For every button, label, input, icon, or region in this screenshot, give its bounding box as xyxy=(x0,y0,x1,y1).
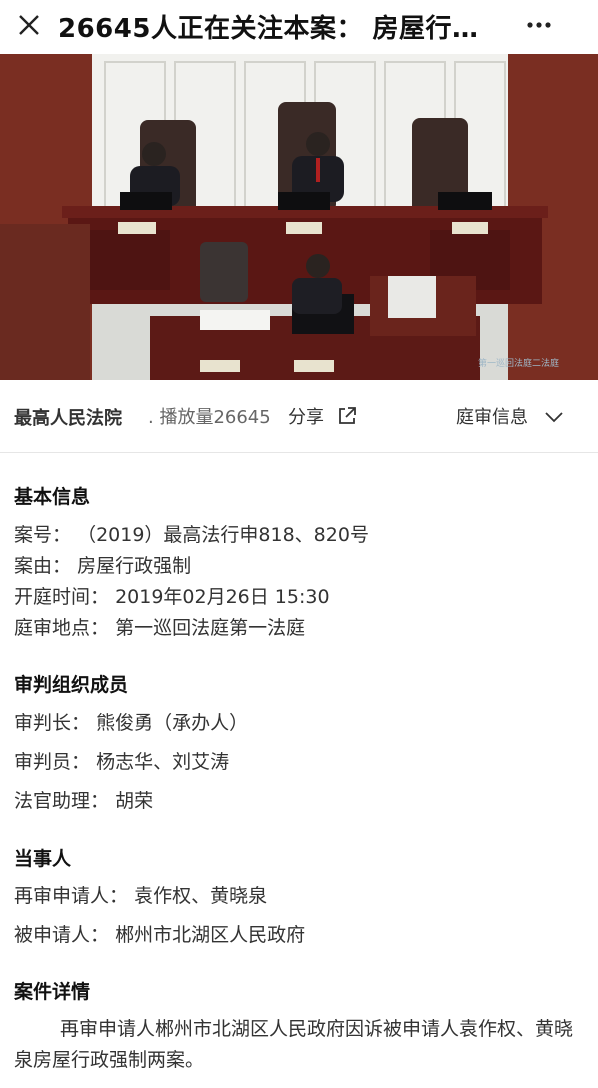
applicant-value: 袁作权、黄晓泉 xyxy=(134,885,268,907)
case-number-value: （2019）最高法行申818、820号 xyxy=(77,524,369,546)
share-icon[interactable] xyxy=(336,405,358,427)
case-cause-value: 房屋行政强制 xyxy=(77,555,192,577)
chief-judge-label: 审判长： xyxy=(14,712,91,734)
page-title: 26645人正在关注本案： 房屋行… xyxy=(58,14,479,44)
assistant-label: 法官助理： xyxy=(14,790,110,812)
case-cause-label: 案由： xyxy=(14,555,72,577)
hearing-place-row: 庭审地点： 第一巡回法庭第一法庭 xyxy=(14,613,305,640)
chief-judge-value: 熊俊勇（承办人） xyxy=(96,712,249,734)
section-title-parties: 当事人 xyxy=(14,848,72,870)
hearing-place-label: 庭审地点： xyxy=(14,617,110,639)
assistant-row: 法官助理： 胡荣 xyxy=(14,786,153,813)
applicant-label: 再审申请人： xyxy=(14,885,129,907)
play-count: . 播放量26645 xyxy=(148,407,271,428)
trial-info-toggle[interactable]: 庭审信息 xyxy=(456,403,528,429)
meta-bar: 最高人民法院 . 播放量26645 分享 庭审信息 xyxy=(0,384,598,444)
judges-value: 杨志华、刘艾涛 xyxy=(96,751,230,773)
channel-name[interactable]: 最高人民法院 xyxy=(14,404,122,430)
case-number-label: 案号： xyxy=(14,524,72,546)
case-number-row: 案号： （2019）最高法行申818、820号 xyxy=(14,520,369,547)
case-details-text: 再审申请人郴州市北湖区人民政府因诉被申请人袁作权、黄晓泉房屋行政强制两案。 xyxy=(14,1018,574,1071)
respondent-value: 郴州市北湖区人民政府 xyxy=(115,924,306,946)
svg-text:第一巡回法庭二法庭: 第一巡回法庭二法庭 xyxy=(478,357,559,369)
courtroom-scene: 第一巡回法庭二法庭 xyxy=(0,54,598,380)
close-icon[interactable] xyxy=(14,10,44,40)
chevron-down-icon[interactable] xyxy=(544,410,564,424)
section-title-panel: 审判组织成员 xyxy=(14,674,129,696)
judges-label: 审判员： xyxy=(14,751,91,773)
applicant-row: 再审申请人： 袁作权、黄晓泉 xyxy=(14,881,267,908)
section-title-basic: 基本信息 xyxy=(14,486,91,508)
video-player[interactable]: 第一巡回法庭二法庭 xyxy=(0,54,598,380)
respondent-row: 被申请人： 郴州市北湖区人民政府 xyxy=(14,920,305,947)
top-bar: 26645人正在关注本案： 房屋行… xyxy=(0,0,598,54)
case-cause-row: 案由： 房屋行政强制 xyxy=(14,551,191,578)
assistant-value: 胡荣 xyxy=(115,790,154,812)
more-icon[interactable] xyxy=(524,10,554,40)
hearing-time-value: 2019年02月26日 15:30 xyxy=(115,586,330,608)
hearing-place-value: 第一巡回法庭第一法庭 xyxy=(115,617,306,639)
respondent-label: 被申请人： xyxy=(14,924,110,946)
share-button[interactable]: 分享 xyxy=(288,403,324,429)
chief-judge-row: 审判长： 熊俊勇（承办人） xyxy=(14,708,248,735)
judges-row: 审判员： 杨志华、刘艾涛 xyxy=(14,747,229,774)
section-title-details: 案件详情 xyxy=(14,981,91,1003)
hearing-time-label: 开庭时间： xyxy=(14,586,110,608)
hearing-time-row: 开庭时间： 2019年02月26日 15:30 xyxy=(14,582,330,609)
divider xyxy=(0,452,598,453)
